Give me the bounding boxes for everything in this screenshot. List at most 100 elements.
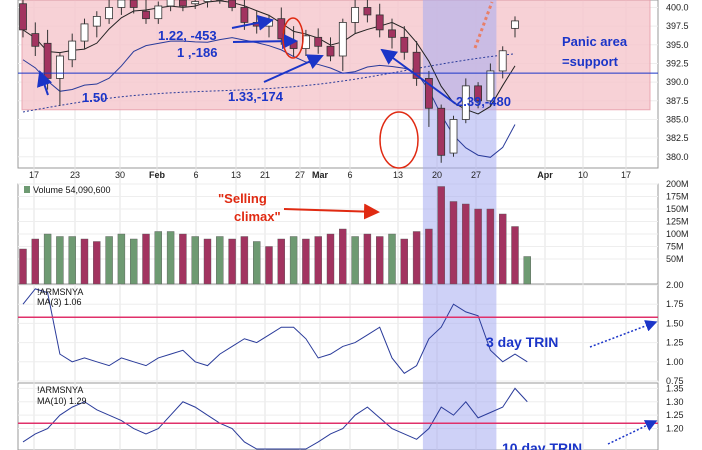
volume-tick-label: 175M [666,192,689,202]
volume-bar [31,238,39,285]
candle-body [31,33,40,47]
volume-bar [351,236,359,285]
volume-bar [166,231,175,285]
candle-body [228,0,237,8]
candle-body [19,3,27,31]
trin3-tick-label: 1.50 [666,318,684,328]
candle-body [166,0,175,7]
candle-body [314,36,323,47]
volume-bar [80,238,89,285]
x-tick-label: Mar [312,170,329,180]
trin3-tick-label: 1.25 [666,338,684,348]
volume-tick-label: 125M [666,217,689,227]
trin10-tick-label: 1.25 [666,410,684,420]
volume-bar [326,233,335,285]
candle-body [142,10,150,20]
volume-bar [43,233,52,285]
volume-bar [216,236,224,285]
volume-tick-label: 150M [666,204,689,214]
candle-body [289,40,298,49]
volume-bar [339,228,347,285]
volume-bar [252,241,261,285]
x-tick-label: 13 [393,170,403,180]
x-tick-label: Apr [537,170,553,180]
stock-chart: 400.0 397.5 395.0 392.5 390.0 387.5 385.0 382.5… [17,0,689,450]
volume-legend-swatch [24,186,30,193]
y-axis-ticks: 400.0 397.5 395.0 392.5 390.0 387.5 385.0 382.5… [666,2,689,433]
trin10-tick-label: 1.35 [666,383,684,393]
selling-climax-highlight [422,0,497,450]
x-tick-label: 21 [260,170,270,180]
volume-bar [129,238,138,285]
candle-body [375,14,384,31]
annotation-1-33: 1.33,-174 [228,89,284,104]
annotation-1-186: 1 ,-186 [177,45,217,60]
annotation-2-39: 2.39,-480 [456,94,511,109]
price-tick-label: 390.0 [666,77,689,87]
x-tick-label: 6 [193,170,198,180]
volume-legend: Volume 54,090,600 [33,185,111,195]
candle-body [117,0,126,8]
volume-bar [314,236,322,285]
volume-bar [240,236,249,285]
candle-body [400,36,409,53]
price-tick-label: 380.0 [666,152,689,162]
panic-area-zone [21,0,651,111]
trin10-annotation: 10 day TRIN [502,440,582,450]
trin3-legend: MA(3) 1.06 [37,297,82,307]
volume-bar [154,231,163,285]
x-tick-label: 23 [70,170,80,180]
x-tick-label: 27 [295,170,305,180]
volume-bar [277,238,285,285]
volume-bar [203,238,212,285]
trin10-title: !ARMSNYA [37,385,83,395]
candle-body [92,16,101,27]
candle-body [68,40,77,61]
candle-body [351,7,360,23]
trin10-legend: MA(10) 1.29 [37,396,87,406]
candle-body [511,20,519,29]
price-tick-label: 392.5 [666,58,689,68]
volume-bar [117,233,126,285]
trin3-panel-bg [17,284,659,382]
trin10-tick-label: 1.20 [666,424,684,434]
price-tick-label: 385.0 [666,114,689,124]
candle-body [338,21,347,57]
candle-body [203,0,212,2]
selling-climax-line1: "Selling [218,191,267,206]
candle-body [56,55,64,79]
volume-bar [93,241,101,285]
trin3-title: !ARMSNYA [37,287,83,297]
x-tick-label: 6 [347,170,352,180]
volume-bar [56,236,64,285]
volume-tick-label: 50M [666,254,684,264]
panic-area-line1: Panic area [562,34,628,49]
volume-tick-label: 75M [666,242,684,252]
candle-body [129,0,138,8]
volume-bar [68,236,76,285]
volume-bar [363,233,372,285]
x-tick-label: 13 [231,170,241,180]
candle-body [80,23,89,42]
candle-body [178,0,187,7]
volume-bar [302,238,310,285]
volume-bar [179,233,187,285]
volume-bar [523,256,531,285]
price-tick-label: 382.5 [666,133,689,143]
x-tick-label: 17 [621,170,631,180]
volume-tick-label: 200M [666,179,689,189]
volume-bar [142,233,150,285]
volume-bar [19,248,27,285]
candle-body [240,7,249,23]
volume-bar [449,201,458,285]
price-tick-label: 400.0 [666,2,689,12]
volume-bar [511,226,519,285]
volume-bar [376,236,384,285]
candle-body [154,5,163,20]
volume-bar [425,228,433,285]
panic-area-line2: =support [562,54,619,69]
candle-body [363,7,372,16]
x-tick-label: 10 [578,170,588,180]
trin3-tick-label: 1.75 [666,299,684,309]
volume-bar [462,203,470,285]
